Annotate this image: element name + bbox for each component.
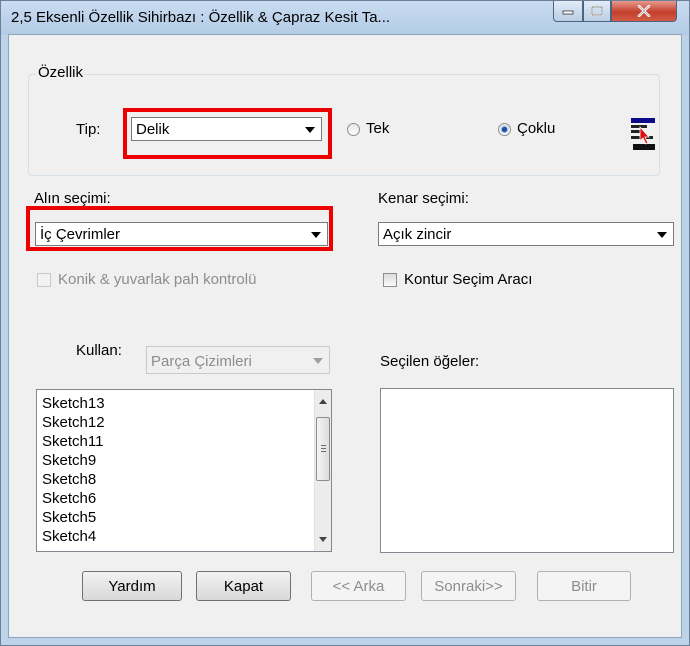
selected-items-listbox[interactable] [380, 388, 674, 553]
grip-line [321, 445, 326, 446]
type-label: Tip: [76, 121, 101, 138]
radio-selected-dot [502, 127, 507, 132]
list-item[interactable]: Sketch11 [42, 433, 103, 450]
scroll-down-icon[interactable] [319, 537, 327, 542]
list-item[interactable]: Sketch4 [42, 528, 96, 542]
taper-checkbox[interactable] [37, 273, 51, 287]
list-item[interactable]: Sketch8 [42, 471, 96, 488]
edge-selection-dropdown[interactable]: Açık zincir [378, 222, 674, 246]
scroll-thumb[interactable] [316, 417, 330, 481]
help-button[interactable]: Yardım [82, 571, 182, 601]
contour-checkbox-label: Kontur Seçim Aracı [404, 271, 533, 288]
face-selection-label: Alın seçimi: [34, 190, 111, 207]
close-icon [637, 5, 651, 17]
back-button[interactable]: << Arka [311, 571, 406, 601]
selected-items-label: Seçilen öğeler: [380, 353, 480, 370]
chevron-down-icon [657, 232, 667, 238]
window-title: 2,5 Eksenli Özellik Sihirbazı : Özellik … [11, 9, 391, 26]
type-highlight-box [123, 108, 332, 159]
edge-selection-value: Açık zincir [383, 226, 452, 243]
selection-tool-icon[interactable] [631, 117, 655, 153]
radio-single-label: Tek [366, 120, 390, 137]
contour-checkbox[interactable] [383, 273, 397, 287]
list-scrollbar[interactable] [314, 390, 331, 551]
next-button[interactable]: Sonraki>> [421, 571, 516, 601]
grip-line [321, 448, 326, 449]
maximize-icon [591, 6, 603, 16]
chevron-down-icon [313, 358, 323, 364]
finish-button[interactable]: Bitir [537, 571, 631, 601]
title-bar[interactable]: 2,5 Eksenli Özellik Sihirbazı : Özellik … [1, 1, 689, 35]
grip-line [321, 451, 326, 452]
scroll-up-icon[interactable] [319, 399, 327, 404]
face-highlight-box [26, 206, 333, 251]
list-item[interactable]: Sketch13 [42, 395, 105, 412]
radio-multi-label: Çoklu [517, 120, 556, 137]
list-item[interactable]: Sketch9 [42, 452, 96, 469]
edge-selection-label: Kenar seçimi: [378, 190, 469, 207]
feature-group-legend: Özellik [36, 64, 86, 81]
close-button[interactable]: Kapat [196, 571, 291, 601]
radio-multi[interactable] [498, 123, 511, 136]
list-item[interactable]: Sketch5 [42, 509, 96, 526]
minimize-button[interactable] [553, 1, 583, 22]
list-item[interactable]: Sketch6 [42, 490, 96, 507]
radio-single[interactable] [347, 123, 360, 136]
sketch-listbox[interactable]: Sketch13 Sketch12 Sketch11 Sketch9 Sketc… [36, 389, 332, 552]
list-item[interactable]: Sketch12 [42, 414, 105, 431]
use-dropdown-value: Parça Çizimleri [151, 353, 252, 370]
use-label: Kullan: [76, 342, 122, 359]
selection-tool-icon-graphic [631, 118, 655, 150]
close-window-button[interactable] [611, 1, 677, 22]
maximize-button[interactable] [583, 1, 611, 22]
taper-checkbox-label: Konik & yuvarlak pah kontrolü [58, 271, 257, 288]
use-dropdown[interactable]: Parça Çizimleri [146, 346, 330, 374]
minimize-icon [562, 10, 574, 15]
